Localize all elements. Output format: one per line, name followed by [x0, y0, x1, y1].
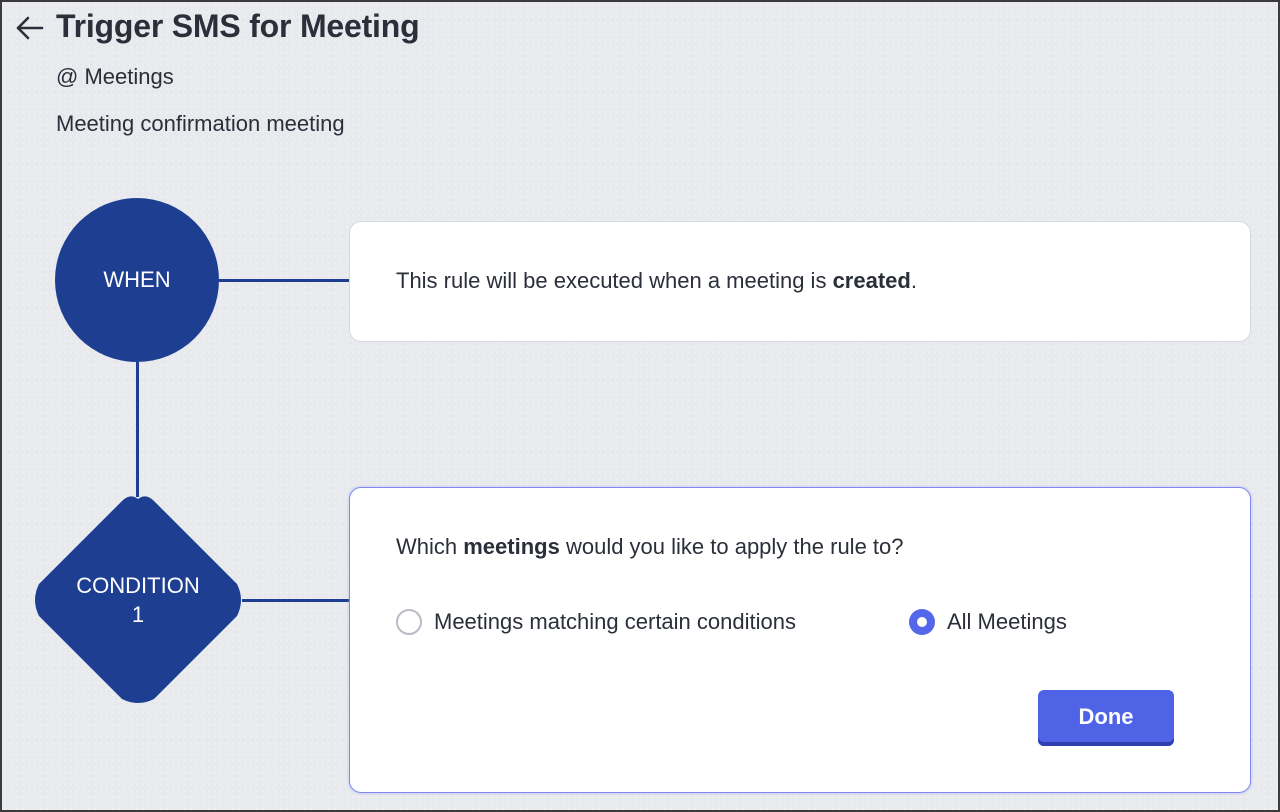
arrow-left-icon	[16, 16, 44, 40]
condition-question: Which meetings would you like to apply t…	[396, 534, 904, 560]
condition-node-label: CONDITION	[76, 573, 200, 598]
when-description: This rule will be executed when a meetin…	[396, 268, 917, 294]
done-button[interactable]: Done	[1038, 690, 1174, 746]
workflow-rule-page: Trigger SMS for Meeting @ Meetings Meeti…	[0, 0, 1280, 812]
back-button[interactable]	[14, 12, 46, 44]
radio-button-unselected[interactable]	[396, 609, 422, 635]
condition-node: CONDITION 1	[31, 493, 245, 707]
module-name: @ Meetings	[56, 64, 174, 89]
condition-node-number: 1	[131, 602, 145, 627]
radio-option-all-meetings[interactable]: All Meetings	[909, 608, 1067, 636]
when-card: This rule will be executed when a meetin…	[349, 221, 1251, 342]
when-connector-line	[219, 279, 350, 282]
radio-button-selected[interactable]	[909, 609, 935, 635]
condition-connector-line	[242, 599, 350, 602]
radio-label: All Meetings	[947, 609, 1067, 634]
rule-description: Meeting confirmation meeting	[56, 111, 345, 136]
question-prefix: Which	[396, 534, 464, 559]
page-title: Trigger SMS for Meeting	[56, 8, 420, 44]
when-text-prefix: This rule will be executed when a meetin…	[396, 268, 833, 293]
question-suffix: would you like to apply the rule to?	[559, 534, 904, 559]
condition-card: Which meetings would you like to apply t…	[349, 487, 1251, 793]
when-node: WHEN	[55, 198, 219, 362]
radio-option-matching-conditions[interactable]: Meetings matching certain conditions	[396, 608, 796, 636]
question-module: meetings	[463, 534, 560, 559]
when-text-suffix: .	[910, 268, 917, 293]
radio-label: Meetings matching certain conditions	[434, 609, 796, 634]
vertical-connector-line	[136, 362, 139, 497]
when-node-label: WHEN	[103, 267, 171, 292]
when-trigger-event: created	[832, 268, 911, 293]
